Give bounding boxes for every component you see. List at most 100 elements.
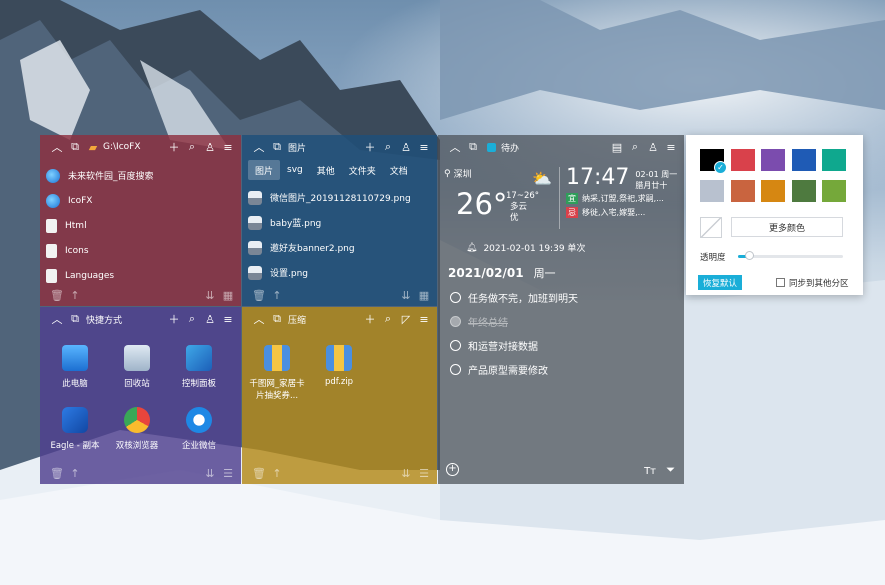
collapse-icon[interactable]: ︿ — [50, 312, 64, 326]
shortcut-item[interactable]: 此电脑 — [44, 339, 106, 401]
folder-file-item[interactable]: Html — [46, 213, 235, 238]
more-colors-button[interactable]: 更多颜色 — [731, 217, 843, 237]
collapse-icon[interactable]: ︿ — [252, 312, 266, 326]
trash-icon[interactable]: 🗑 — [252, 466, 266, 480]
up-icon[interactable]: ↑ — [68, 288, 82, 302]
image-file-item[interactable]: 设置.png — [248, 260, 431, 285]
add-icon[interactable]: ＋ — [167, 140, 181, 154]
shortcut-item[interactable]: 企业微信 — [168, 401, 230, 463]
menu-icon[interactable]: ≡ — [417, 312, 431, 326]
color-swatch[interactable] — [791, 180, 816, 202]
folder-file-item[interactable]: 未来软件园_百度搜索 — [46, 163, 235, 188]
shortcut-item[interactable]: 双核浏览器 — [106, 401, 168, 463]
popout-icon[interactable]: ⧉ — [270, 312, 284, 326]
image-file-item[interactable]: 微信图片_20191128110729.png — [248, 185, 431, 210]
add-icon[interactable]: ＋ — [167, 312, 181, 326]
add-icon[interactable]: ＋ — [363, 140, 377, 154]
popout-icon[interactable]: ⧉ — [68, 140, 82, 154]
sort-icon[interactable]: ⇊ — [399, 288, 413, 302]
trash-icon[interactable]: 🗑 — [252, 288, 266, 302]
image-file-item[interactable]: baby蓝.png — [248, 210, 431, 235]
recycle-bin-icon — [124, 345, 150, 371]
up-icon[interactable]: ↑ — [270, 466, 284, 480]
menu-icon[interactable]: ≡ — [417, 140, 431, 154]
tab-4[interactable]: 文档 — [383, 160, 415, 180]
shortcuts-panel-footer: 🗑 ↑ ⇊ ☰ — [46, 466, 235, 480]
todo-item[interactable]: 年终总结 — [450, 309, 676, 333]
skin-icon[interactable]: ♙ — [203, 312, 217, 326]
search-icon[interactable]: ⌕ — [185, 140, 199, 154]
color-swatch[interactable] — [730, 149, 755, 171]
grid-view-icon[interactable]: ▦ — [221, 288, 235, 302]
opacity-slider-track[interactable] — [738, 251, 843, 260]
color-swatch[interactable] — [700, 180, 724, 202]
todo-item[interactable]: 任务做不完，加班到明天 — [450, 285, 676, 309]
color-swatch[interactable] — [822, 149, 846, 171]
reset-default-button[interactable]: 恢复默认 — [698, 275, 742, 290]
color-swatch[interactable] — [791, 149, 816, 171]
trash-icon[interactable]: 🗑 — [50, 288, 64, 302]
collapse-icon[interactable]: ︿ — [448, 140, 462, 154]
up-icon[interactable]: ↑ — [68, 466, 82, 480]
search-icon[interactable]: ⌕ — [628, 140, 642, 154]
grid-view-icon[interactable]: ▦ — [417, 288, 431, 302]
sort-icon[interactable]: ⇊ — [203, 466, 217, 480]
search-icon[interactable]: ⌕ — [185, 312, 199, 326]
popout-icon[interactable]: ⧉ — [466, 140, 480, 154]
no-color-swatch[interactable] — [700, 217, 722, 238]
unchecked-circle-icon[interactable] — [450, 363, 461, 375]
tab-1[interactable]: svg — [280, 160, 310, 180]
up-icon[interactable]: ↑ — [270, 288, 284, 302]
sort-icon[interactable]: ⇊ — [399, 466, 413, 480]
unchecked-circle-icon[interactable] — [450, 339, 461, 351]
color-swatch[interactable] — [822, 180, 846, 202]
menu-icon[interactable]: ≡ — [221, 140, 235, 154]
trash-icon[interactable]: 🗑 — [50, 466, 64, 480]
popout-icon[interactable]: ⧉ — [270, 140, 284, 154]
shortcut-item[interactable]: 回收站 — [106, 339, 168, 401]
add-icon[interactable]: ＋ — [363, 312, 377, 326]
popout-icon[interactable]: ⧉ — [68, 312, 82, 326]
menu-icon[interactable]: ≡ — [664, 140, 678, 154]
compressed-file-item[interactable]: pdf.zip — [308, 339, 370, 401]
search-icon[interactable]: ⌕ — [381, 312, 395, 326]
reminder-row[interactable]: 🔔︎ 2021-02-01 19:39 单次 — [466, 241, 585, 255]
menu-icon[interactable]: ≡ — [221, 312, 235, 326]
tab-0[interactable]: 图片 — [248, 160, 281, 180]
todo-item[interactable]: 和运营对接数据 — [450, 333, 676, 357]
checked-circle-icon[interactable] — [450, 315, 461, 327]
shortcut-item-label: 控制面板 — [181, 379, 216, 389]
font-size-icon[interactable]: Tт — [644, 466, 656, 477]
note-icon[interactable]: ◸ — [399, 312, 413, 326]
tab-3[interactable]: 文件夹 — [342, 160, 383, 180]
list-view-icon[interactable]: ☰ — [417, 466, 431, 480]
tab-2[interactable]: 其他 — [310, 160, 342, 180]
skin-icon[interactable]: ♙ — [646, 140, 660, 154]
unchecked-circle-icon[interactable] — [450, 291, 461, 303]
folder-file-item[interactable]: Languages — [46, 263, 235, 288]
color-swatch[interactable] — [730, 180, 755, 202]
skin-icon[interactable]: ♙ — [399, 140, 413, 154]
sync-checkbox[interactable] — [776, 278, 785, 287]
color-swatch[interactable] — [761, 149, 785, 171]
search-icon[interactable]: ⌕ — [381, 140, 395, 154]
image-file-item[interactable]: 邀好友banner2.png — [248, 235, 431, 260]
todo-item[interactable]: 产品原型需要修改 — [450, 357, 676, 381]
browser-icon — [46, 168, 60, 183]
skin-icon[interactable]: ♙ — [203, 140, 217, 154]
collapse-icon[interactable]: ︿ — [252, 140, 266, 154]
calendar-icon[interactable]: ▤ — [610, 140, 624, 154]
collapse-icon[interactable]: ︿ — [50, 140, 64, 154]
filter-icon[interactable]: ⏷ — [666, 463, 675, 477]
compressed-file-item[interactable]: 千图网_家居卡片抽奖券... — [246, 339, 308, 401]
color-swatch[interactable] — [761, 180, 785, 202]
color-swatch[interactable]: ✓ — [700, 149, 727, 174]
sort-icon[interactable]: ⇊ — [203, 288, 217, 302]
folder-file-item[interactable]: Icons — [46, 238, 235, 263]
opacity-slider-thumb[interactable] — [744, 251, 754, 260]
list-view-icon[interactable]: ☰ — [221, 466, 235, 480]
shortcut-item[interactable]: 控制面板 — [168, 339, 230, 401]
add-todo-icon[interactable]: + — [446, 463, 459, 476]
folder-file-item[interactable]: IcoFX — [46, 188, 235, 213]
shortcut-item[interactable]: Eagle - 副本 — [44, 401, 106, 463]
